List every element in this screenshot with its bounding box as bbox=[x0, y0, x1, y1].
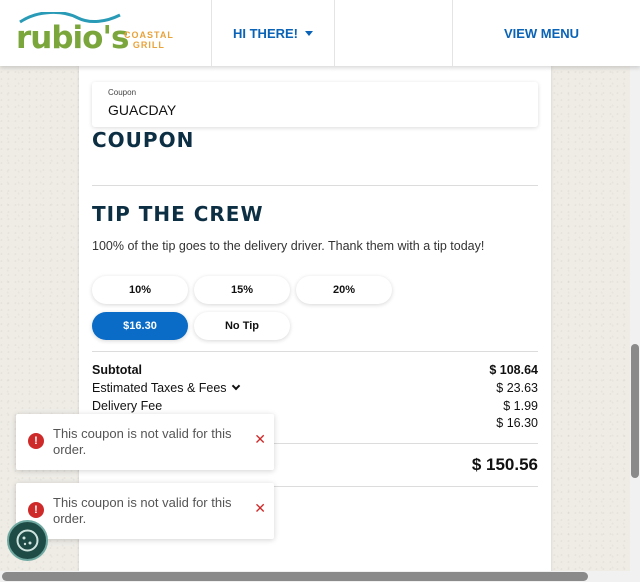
cookie-settings-button[interactable] bbox=[7, 520, 48, 561]
error-icon: ! bbox=[28, 433, 44, 449]
coupon-field-value: GUACDAY bbox=[108, 102, 177, 118]
account-menu-button[interactable]: HI THERE! bbox=[212, 0, 334, 66]
rubios-logo[interactable]: rubio's COASTAL GRILL bbox=[14, 12, 184, 56]
toast-message: This coupon is not valid for this order. bbox=[53, 495, 232, 526]
taxes-value: $ 23.63 bbox=[496, 381, 538, 395]
tip-option-custom[interactable]: $16.30 bbox=[92, 312, 188, 340]
section-divider bbox=[92, 351, 538, 352]
tip-option-15[interactable]: 15% bbox=[194, 276, 290, 304]
coupon-heading: COUPON bbox=[92, 128, 195, 152]
delivery-fee-value: $ 1.99 bbox=[503, 399, 538, 413]
horizontal-scroll-thumb[interactable] bbox=[2, 572, 588, 581]
error-toast: ! This coupon is not valid for this orde… bbox=[16, 414, 274, 470]
delivery-fee-label: Delivery Fee bbox=[92, 399, 163, 413]
tip-heading: TIP THE CREW bbox=[92, 202, 264, 226]
coupon-input[interactable]: Coupon GUACDAY bbox=[92, 82, 538, 127]
logo-subtitle: COASTAL GRILL bbox=[124, 30, 174, 50]
toast-message: This coupon is not valid for this order. bbox=[53, 426, 232, 457]
logo-wordmark: rubio's bbox=[16, 20, 129, 56]
close-icon[interactable]: ✕ bbox=[254, 431, 266, 448]
header-divider bbox=[334, 0, 335, 66]
view-menu-link[interactable]: VIEW MENU bbox=[453, 0, 630, 66]
tip-option-none[interactable]: No Tip bbox=[194, 312, 290, 340]
subtotal-label: Subtotal bbox=[92, 363, 142, 377]
section-divider bbox=[92, 185, 538, 186]
tip-description: 100% of the tip goes to the delivery dri… bbox=[92, 239, 485, 253]
vertical-scroll-thumb[interactable] bbox=[631, 344, 639, 478]
taxes-label: Estimated Taxes & Fees bbox=[92, 381, 240, 395]
greeting-label: HI THERE! bbox=[233, 25, 298, 41]
error-icon: ! bbox=[28, 502, 44, 518]
tip-value: $ 16.30 bbox=[496, 416, 538, 430]
subtotal-value: $ 108.64 bbox=[489, 363, 538, 377]
error-toast: ! This coupon is not valid for this orde… bbox=[16, 483, 274, 539]
tip-option-20[interactable]: 20% bbox=[296, 276, 392, 304]
horizontal-scrollbar[interactable] bbox=[0, 571, 640, 582]
order-total-value: $ 150.56 bbox=[471, 455, 538, 474]
vertical-scrollbar[interactable] bbox=[630, 66, 640, 582]
chevron-down-icon[interactable] bbox=[231, 381, 240, 391]
coupon-field-label: Coupon bbox=[108, 88, 137, 97]
caret-down-icon bbox=[305, 30, 313, 36]
cookie-icon bbox=[16, 529, 39, 552]
site-header: rubio's COASTAL GRILL HI THERE! VIEW MEN… bbox=[0, 0, 640, 66]
close-icon[interactable]: ✕ bbox=[254, 500, 266, 517]
tip-option-10[interactable]: 10% bbox=[92, 276, 188, 304]
